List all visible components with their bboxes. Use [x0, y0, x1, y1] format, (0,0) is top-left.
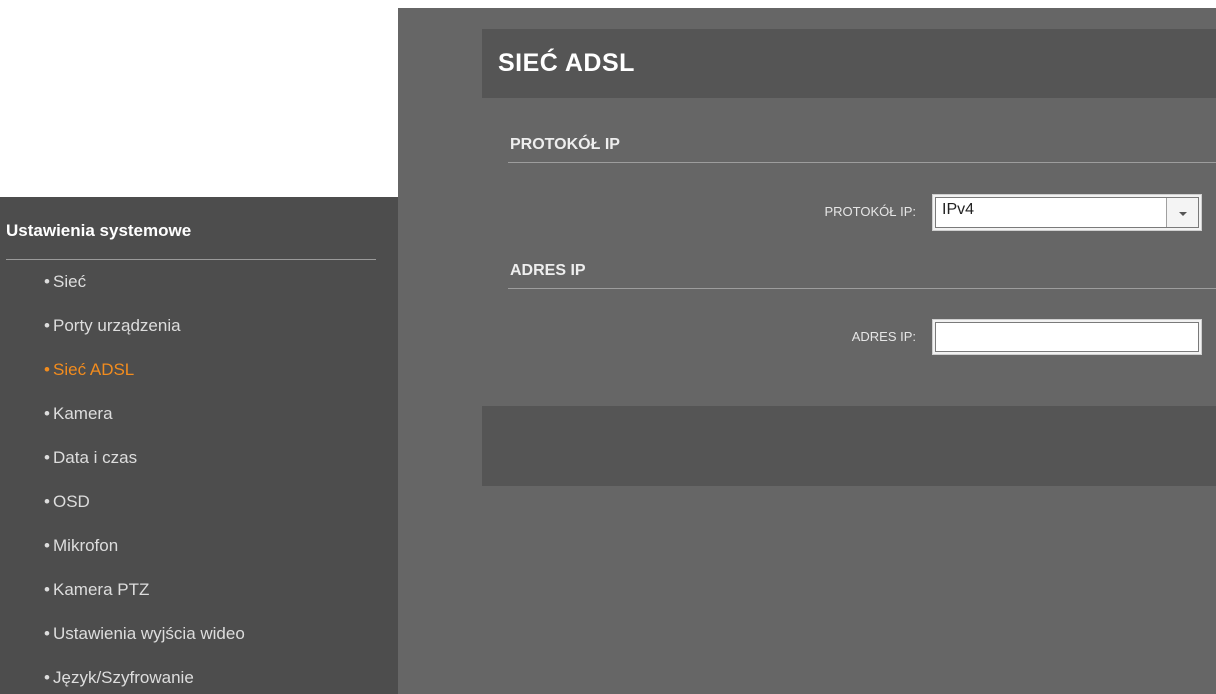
sidebar-item-label: Ustawienia wyjścia wideo: [53, 624, 245, 643]
header-bar: SIEĆ ADSL: [482, 29, 1216, 98]
sidebar-item-siec[interactable]: • Sieć: [0, 260, 398, 304]
footer-bar: [482, 406, 1216, 486]
bullet-icon: •: [44, 360, 50, 379]
ip-address-label: ADRES IP:: [851, 329, 916, 344]
chevron-down-icon[interactable]: [1166, 198, 1198, 227]
sidebar-item-label: OSD: [53, 492, 90, 511]
sidebar-item-label: Sieć ADSL: [53, 360, 135, 379]
sidebar-item-label: Mikrofon: [53, 536, 119, 555]
sidebar-item-label: Sieć: [53, 272, 87, 291]
bullet-icon: •: [44, 536, 50, 555]
sidebar-item-label: Język/Szyfrowanie: [53, 668, 194, 687]
section-divider: [508, 288, 1216, 289]
sidebar-item-label: Data i czas: [53, 448, 138, 467]
sidebar-list: • Sieć • Porty urządzenia • Sieć ADSL • Kame…: [0, 260, 398, 694]
page-title: SIEĆ ADSL: [498, 49, 635, 77]
sidebar-item-kamera-ptz[interactable]: • Kamera PTZ: [0, 568, 398, 612]
bullet-icon: •: [44, 404, 50, 423]
protocol-label: PROTOKÓŁ IP:: [824, 204, 916, 219]
bullet-icon: •: [44, 580, 50, 599]
sidebar-item-label: Porty urządzenia: [53, 316, 181, 335]
sidebar-item-mikrofon[interactable]: • Mikrofon: [0, 524, 398, 568]
bullet-icon: •: [44, 316, 50, 335]
bullet-icon: •: [44, 448, 50, 467]
sidebar-item-label: Kamera: [53, 404, 113, 423]
protocol-select[interactable]: IPv4: [932, 194, 1202, 231]
sidebar-title: Ustawienia systemowe: [6, 221, 192, 240]
sidebar: Ustawienia systemowe • Sieć • Porty urządz…: [0, 197, 398, 694]
sidebar-item-kamera[interactable]: • Kamera: [0, 392, 398, 436]
protocol-select-value: IPv4: [942, 201, 975, 218]
sidebar-item-siec-adsl[interactable]: • Sieć ADSL: [0, 348, 398, 392]
bullet-icon: •: [44, 668, 50, 687]
ip-address-input[interactable]: [935, 322, 1199, 352]
bullet-icon: •: [44, 272, 50, 291]
sidebar-item-label: Kamera PTZ: [53, 580, 150, 599]
sidebar-item-data-i-czas[interactable]: • Data i czas: [0, 436, 398, 480]
protocol-select-inner[interactable]: IPv4: [935, 197, 1199, 228]
section-title-address: ADRES IP: [510, 262, 586, 279]
main-panel: SIEĆ ADSL PROTOKÓŁ IP PROTOKÓŁ IP: IPv4 …: [398, 8, 1216, 694]
sidebar-item-ustawienia-wyjscia-wideo[interactable]: • Ustawienia wyjścia wideo: [0, 612, 398, 656]
page: Ustawienia systemowe • Sieć • Porty urządz…: [0, 0, 1216, 694]
section-divider: [508, 162, 1216, 163]
sidebar-item-jezyk-szyfrowanie[interactable]: • Język/Szyfrowanie: [0, 656, 398, 694]
bullet-icon: •: [44, 624, 50, 643]
ip-address-field[interactable]: [932, 319, 1202, 355]
sidebar-item-porty-urzadzenia[interactable]: • Porty urządzenia: [0, 304, 398, 348]
section-title-protocol: PROTOKÓŁ IP: [510, 136, 620, 153]
sidebar-item-osd[interactable]: • OSD: [0, 480, 398, 524]
bullet-icon: •: [44, 492, 50, 511]
